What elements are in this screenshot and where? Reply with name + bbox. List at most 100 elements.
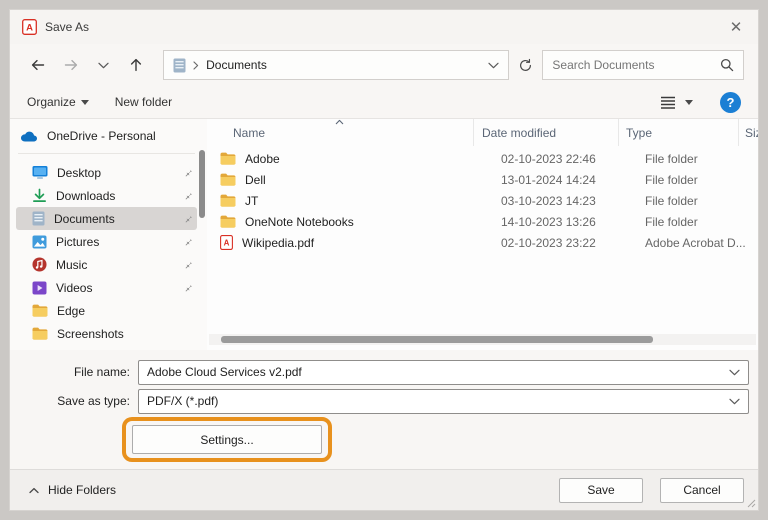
column-label: Type [626,126,652,140]
save-button[interactable]: Save [559,478,643,503]
horizontal-scrollbar-thumb[interactable] [221,336,653,343]
breadcrumb[interactable]: Documents [206,58,267,72]
sidebar-item-music[interactable]: Music [16,253,197,276]
file-type: File folder [638,173,758,187]
save-type-select[interactable]: PDF/X (*.pdf) [138,389,749,414]
sidebar-item-label: Music [56,258,87,272]
sidebar-item-label: Pictures [56,235,99,249]
column-header-name[interactable]: Name [207,119,473,146]
breadcrumb-separator-icon [193,61,199,70]
chevron-down-icon[interactable] [729,398,740,405]
documents-location-icon [173,58,186,73]
organize-button[interactable]: Organize [27,95,89,109]
sidebar-item-downloads[interactable]: Downloads [16,184,197,207]
view-dropdown-icon[interactable] [685,100,693,105]
forward-icon[interactable] [57,51,85,79]
save-type-value: PDF/X (*.pdf) [147,394,218,408]
up-icon[interactable] [122,51,150,79]
sidebar-item-label: Desktop [57,166,101,180]
table-row[interactable]: Adobe 02-10-2023 22:46 File folder [207,148,758,169]
organize-dropdown-icon [81,100,89,105]
content-area: OneDrive - Personal Desktop [10,119,758,350]
downloads-icon [32,188,47,203]
file-name: JT [245,194,258,208]
table-row[interactable]: AWikipedia.pdf 02-10-2023 23:22 Adobe Ac… [207,232,758,253]
search-input[interactable]: Search Documents [542,50,744,80]
file-type: File folder [638,215,758,229]
window-title: Save As [45,20,89,34]
column-header-size[interactable]: Size [738,119,758,146]
hide-folders-button[interactable]: Hide Folders [29,483,116,497]
screenshot-frame: A Save As ✕ [0,0,768,520]
resize-grip-icon[interactable] [747,499,756,508]
help-icon[interactable]: ? [720,92,741,113]
sidebar-item-desktop[interactable]: Desktop [16,161,197,184]
hide-folders-label: Hide Folders [48,483,116,497]
chevron-up-icon [29,487,39,494]
file-rows: Adobe 02-10-2023 22:46 File folder Dell … [207,146,758,350]
sidebar-item-documents[interactable]: Documents [16,207,197,230]
new-folder-label: New folder [115,95,172,109]
sidebar-scrollbar[interactable] [199,150,205,218]
dialog-buttons: Save Cancel [559,478,744,503]
save-type-row: Save as type: PDF/X (*.pdf) [10,388,758,414]
back-icon[interactable] [24,51,52,79]
navigation-bar: Documents Search Documents [10,44,758,86]
file-name-field[interactable]: Adobe Cloud Services v2.pdf [138,360,749,385]
save-form: File name: Adobe Cloud Services v2.pdf S… [10,350,758,467]
horizontal-scrollbar[interactable] [209,334,756,345]
svg-text:A: A [26,23,33,34]
pin-icon [182,236,193,247]
refresh-icon[interactable] [509,50,543,80]
column-header-type[interactable]: Type [618,119,738,146]
file-date: 03-10-2023 14:23 [493,194,638,208]
music-icon [32,257,47,272]
address-dropdown-chevron-icon[interactable] [488,62,499,69]
file-list: Name Date modified Type Size Adobe 02-10… [207,119,758,350]
save-as-dialog: A Save As ✕ [9,9,759,511]
file-type: Adobe Acrobat D... [638,236,758,250]
settings-button[interactable]: Settings... [132,425,322,454]
sort-ascending-icon [335,119,344,125]
sidebar-item-label: Downloads [56,189,115,203]
sidebar-item-videos[interactable]: Videos [16,276,197,299]
organize-label: Organize [27,95,76,109]
folder-icon [32,304,48,317]
table-row[interactable]: Dell 13-01-2024 14:24 File folder [207,169,758,190]
videos-icon [32,281,47,295]
file-date: 02-10-2023 23:22 [493,236,638,250]
file-name-label: File name: [10,365,138,379]
address-bar[interactable]: Documents [163,50,509,80]
file-name: Dell [245,173,266,187]
view-list-icon[interactable] [660,96,676,109]
folder-icon [220,194,236,207]
chevron-down-icon[interactable] [729,369,740,376]
sidebar-item-pictures[interactable]: Pictures [16,230,197,253]
file-type: File folder [638,152,758,166]
file-name: Wikipedia.pdf [242,236,314,250]
file-name: Adobe [245,152,280,166]
recent-locations-chevron-icon[interactable] [90,51,118,79]
search-icon[interactable] [720,58,734,72]
close-icon[interactable]: ✕ [714,10,758,44]
footer-bar: Hide Folders Save Cancel [10,469,758,510]
pin-icon [182,259,193,270]
annotation-highlight-box: Settings... [122,417,332,462]
file-type: File folder [638,194,758,208]
sidebar-item-screenshots[interactable]: Screenshots [16,322,197,345]
pdf-app-icon: A [22,19,37,35]
title-bar: A Save As ✕ [10,10,758,44]
table-row[interactable]: OneNote Notebooks 14-10-2023 13:26 File … [207,211,758,232]
column-header-date-modified[interactable]: Date modified [473,119,618,146]
sidebar-item-label: Edge [57,304,85,318]
sidebar-item-label: Documents [54,212,115,226]
save-type-label: Save as type: [10,394,138,408]
sidebar-item-label: OneDrive - Personal [47,129,156,143]
sidebar-separator [18,153,195,154]
sidebar-item-onedrive[interactable]: OneDrive - Personal [10,124,207,147]
table-row[interactable]: JT 03-10-2023 14:23 File folder [207,190,758,211]
new-folder-button[interactable]: New folder [115,95,172,109]
sidebar-item-label: Videos [56,281,92,295]
sidebar-item-edge[interactable]: Edge [16,299,197,322]
cancel-button[interactable]: Cancel [660,478,744,503]
